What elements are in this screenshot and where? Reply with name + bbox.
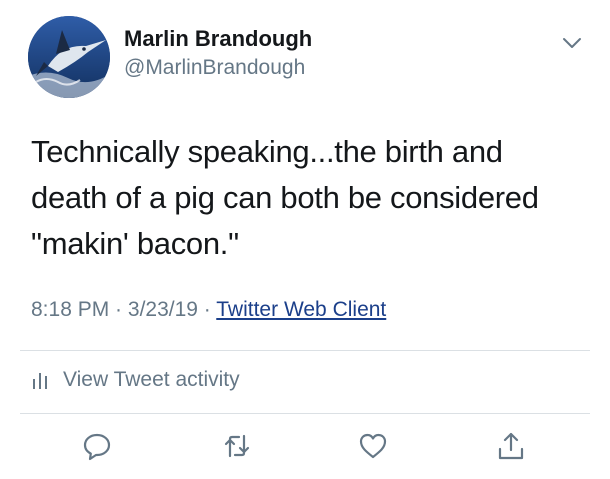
divider	[20, 413, 590, 414]
tweet-date: 3/23/19	[127, 298, 198, 321]
tweet-meta: 8:18 PM · 3/23/19 · Twitter Web Client	[31, 298, 386, 322]
heart-icon[interactable]	[358, 431, 388, 461]
tweet-time: 8:18 PM	[31, 298, 110, 321]
view-tweet-activity-button[interactable]: View Tweet activity	[31, 368, 240, 392]
user-handle[interactable]: @MarlinBrandough	[124, 56, 305, 80]
retweet-icon[interactable]	[222, 431, 252, 461]
meta-separator: ·	[197, 298, 217, 321]
tweet-text: Technically speaking...the birth and dea…	[31, 134, 539, 261]
divider	[20, 350, 590, 351]
bar-chart-icon	[33, 373, 47, 389]
avatar[interactable]	[28, 16, 110, 98]
tweet-source-link[interactable]: Twitter Web Client	[216, 298, 386, 321]
display-name[interactable]: Marlin Brandough	[124, 26, 312, 52]
reply-icon[interactable]	[82, 431, 112, 461]
share-icon[interactable]	[496, 431, 526, 461]
tweet-card: Marlin Brandough @MarlinBrandough Techni…	[0, 0, 610, 479]
meta-separator: ·	[109, 298, 128, 321]
chevron-down-icon[interactable]	[561, 32, 583, 54]
activity-label: View Tweet activity	[63, 368, 240, 391]
marlin-avatar-image	[28, 16, 110, 98]
